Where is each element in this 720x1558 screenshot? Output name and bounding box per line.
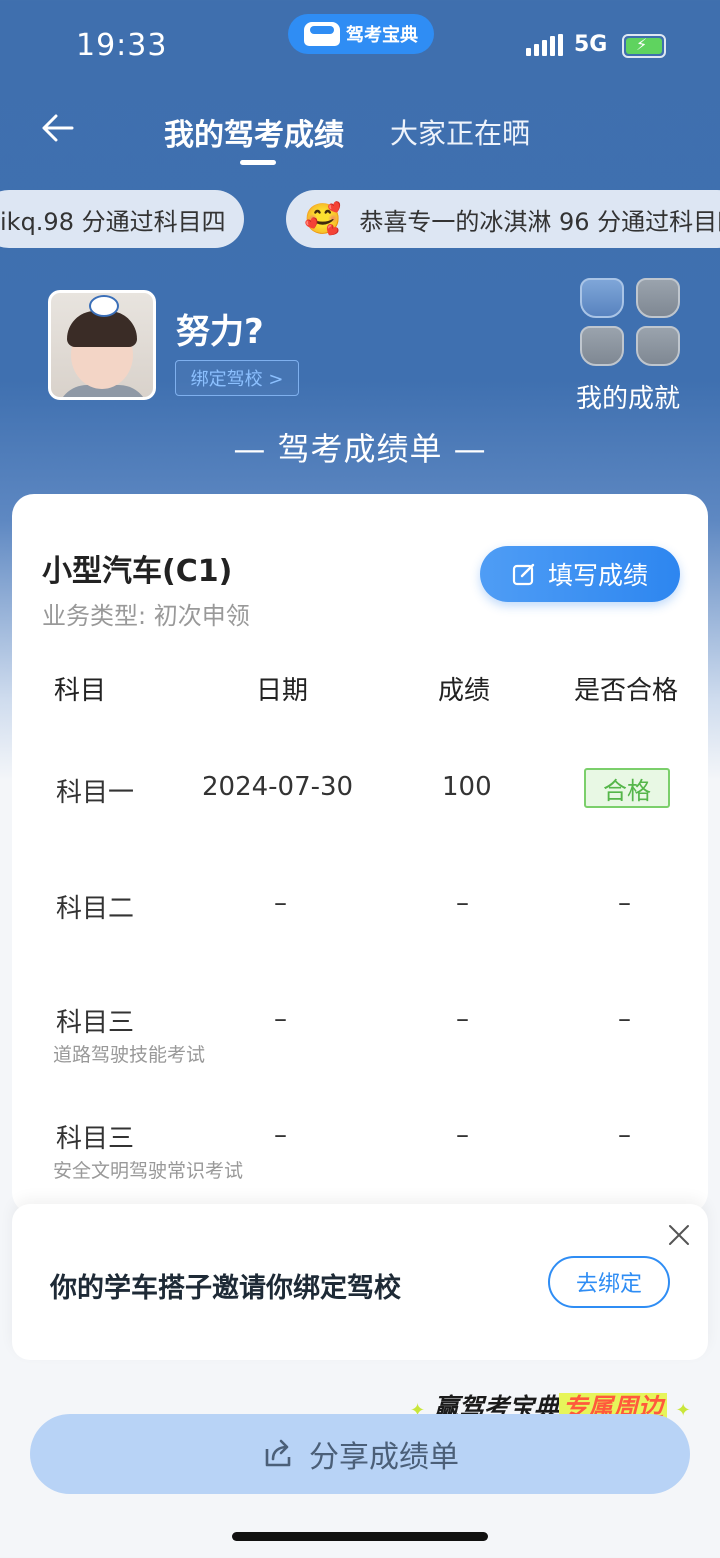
smiling-face-icon: 🥰 <box>304 201 342 237</box>
column-header-score: 成绩 <box>438 676 491 706</box>
network-type: 5G <box>574 32 608 57</box>
tab-everyone-sharing[interactable]: 大家正在晒 <box>390 112 530 152</box>
sparkle-icon: ✦ <box>675 1400 691 1421</box>
fill-score-button[interactable]: 填写成绩 <box>480 546 680 602</box>
invite-text: 你的学车搭子邀请你绑定驾校 <box>50 1273 401 1304</box>
row-subject: 科目二 <box>56 894 135 924</box>
go-bind-button[interactable]: 去绑定 <box>548 1256 670 1308</box>
badge-icon <box>580 326 624 366</box>
battery-icon <box>622 34 666 58</box>
row-date: – <box>274 1004 287 1034</box>
column-header-pass: 是否合格 <box>574 676 679 706</box>
row-score: – <box>456 888 469 918</box>
row-pass: – <box>618 1004 631 1034</box>
row-date: – <box>274 1120 287 1150</box>
tab-active-indicator <box>240 160 276 165</box>
row-date: 2024-07-30 <box>202 772 354 802</box>
home-indicator <box>232 1532 488 1541</box>
close-icon[interactable] <box>666 1222 692 1248</box>
business-type: 业务类型: 初次申领 <box>42 602 250 630</box>
license-type: 小型汽车(C1) <box>42 554 233 589</box>
badge-icon <box>636 326 680 366</box>
user-name: 努力? <box>176 312 264 352</box>
row-subject: 科目三 <box>56 1008 135 1038</box>
achievements-label[interactable]: 我的成就 <box>576 378 680 415</box>
column-header-subject: 科目 <box>54 676 107 706</box>
pass-badge: 合格 <box>584 768 670 808</box>
bind-school-button[interactable]: 绑定驾校 > <box>175 360 299 396</box>
row-date: – <box>274 888 287 918</box>
app-pill[interactable]: 驾考宝典 <box>288 14 434 54</box>
badge-icon <box>636 278 680 318</box>
section-title: — 驾考成绩单 — <box>233 430 487 468</box>
avatar[interactable] <box>48 290 156 400</box>
row-subject: 科目一 <box>56 778 135 808</box>
status-time: 19:33 <box>76 28 168 63</box>
ticker-text: 恭喜专一的冰淇淋 96 分通过科目四 <box>359 207 720 236</box>
row-subject: 科目三 <box>56 1124 135 1154</box>
signal-icon <box>526 34 563 56</box>
row-score: – <box>456 1004 469 1034</box>
back-arrow-icon[interactable] <box>38 108 78 148</box>
ticker-text: ikq.98 分通过科目四 <box>0 207 226 236</box>
app-pill-label: 驾考宝典 <box>346 25 418 46</box>
ticker-item: 🥰 恭喜专一的冰淇淋 96 分通过科目四 <box>286 190 720 248</box>
column-header-date: 日期 <box>256 676 309 706</box>
tab-my-scores[interactable]: 我的驾考成绩 <box>164 110 344 154</box>
share-scorecard-button[interactable]: 分享成绩单 <box>30 1414 690 1494</box>
badge-icon <box>580 278 624 318</box>
row-score: 100 <box>442 772 492 802</box>
row-subtitle: 安全文明驾驶常识考试 <box>53 1160 244 1182</box>
row-pass: – <box>618 888 631 918</box>
share-label: 分享成绩单 <box>309 1440 459 1475</box>
fill-score-label: 填写成绩 <box>547 561 648 590</box>
edit-icon <box>512 563 535 586</box>
ticker-item: ikq.98 分通过科目四 <box>0 190 244 248</box>
row-pass: – <box>618 1120 631 1150</box>
car-icon <box>304 22 340 46</box>
row-score: – <box>456 1120 469 1150</box>
row-subtitle: 道路驾驶技能考试 <box>53 1044 206 1066</box>
share-icon <box>265 1439 291 1467</box>
achievement-badges[interactable] <box>580 278 680 370</box>
